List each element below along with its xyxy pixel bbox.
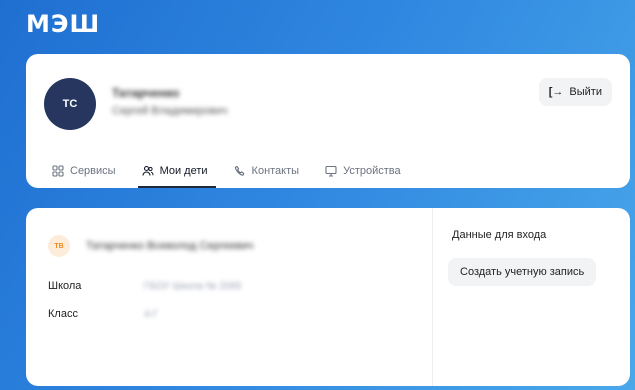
school-value: ГБОУ Школа № 2065 [144, 281, 242, 292]
logout-icon: [→ [548, 86, 564, 98]
child-name: Татарченко Всеволод Сергеевич [86, 240, 254, 252]
avatar: ТС [44, 78, 96, 130]
tab-my-children[interactable]: Мои дети [137, 154, 216, 188]
app-logo[interactable]: МЭШ [26, 10, 100, 38]
tab-devices[interactable]: Устройства [325, 154, 401, 188]
tab-services[interactable]: Сервисы [52, 154, 116, 188]
class-value: 4-Г [144, 309, 159, 320]
tab-label: Мои дети [159, 165, 208, 177]
profile-last-name: Татарченко [112, 86, 180, 100]
child-card: ТВ Татарченко Всеволод Сергеевич Школа Г… [26, 208, 630, 386]
people-icon [142, 165, 154, 176]
logout-button[interactable]: [→ Выйти [538, 78, 612, 106]
login-data-title: Данные для входа [452, 229, 547, 241]
tab-label: Контакты [251, 165, 300, 177]
monitor-icon [325, 165, 337, 177]
profile-name: Татарченко Сергей Владимирович [112, 86, 227, 117]
tab-bar: Сервисы Мои дети Контакты Устройства [26, 154, 630, 188]
logout-label: Выйти [569, 86, 602, 98]
tab-label: Устройства [343, 165, 401, 177]
grid-icon [52, 165, 64, 177]
tab-label: Сервисы [70, 165, 116, 177]
tab-contacts[interactable]: Контакты [234, 154, 300, 188]
create-account-button[interactable]: Создать учетную запись [448, 258, 597, 286]
phone-icon [234, 165, 244, 176]
profile-card: ТС Татарченко Сергей Владимирович [→ Вый… [26, 54, 630, 188]
profile-first-middle-name: Сергей Владимирович [112, 105, 228, 117]
child-avatar: ТВ [48, 235, 70, 257]
card-divider [432, 208, 433, 386]
class-label: Класс [48, 308, 78, 320]
school-label: Школа [48, 280, 82, 292]
